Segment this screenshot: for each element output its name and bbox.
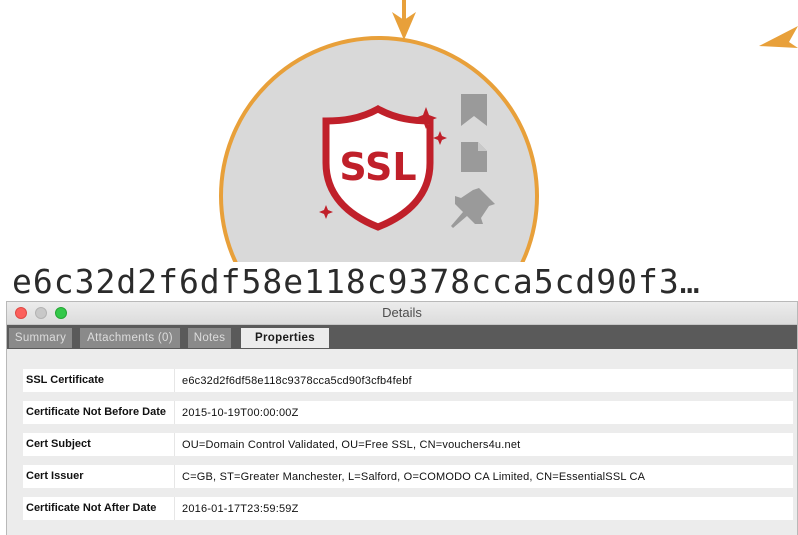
pin-icon xyxy=(451,188,495,228)
window-title: Details xyxy=(382,305,422,320)
ssl-shield-icon: SSL xyxy=(319,104,447,231)
property-row[interactable]: Certificate Not After Date 2016-01-17T23… xyxy=(23,497,793,520)
svg-text:SSL: SSL xyxy=(339,145,416,189)
property-label: SSL Certificate xyxy=(23,369,175,392)
property-value: e6c32d2f6df58e118c9378cca5cd90f3cfb4febf xyxy=(182,374,412,387)
property-row[interactable]: Cert Subject OU=Domain Control Validated… xyxy=(23,433,793,456)
property-value: OU=Domain Control Validated, OU=Free SSL… xyxy=(182,438,521,451)
property-label: Certificate Not Before Date xyxy=(23,401,175,424)
tab-bar: Summary Attachments (0) Notes Properties… xyxy=(7,325,797,364)
details-window: Details Summary Attachments (0) Notes Pr… xyxy=(6,301,798,535)
property-value: 2015-10-19T00:00:00Z xyxy=(182,406,299,419)
document-icon xyxy=(461,142,487,172)
node-label[interactable]: e6c32d2f6df58e118c9378cca5cd90f3… xyxy=(12,262,711,300)
graph-canvas[interactable]: SSL e6c32d2f6df58e118c9378cca5cd90f3… xyxy=(0,0,798,300)
tab-attachments[interactable]: Attachments (0) xyxy=(80,328,180,348)
property-row[interactable]: Cert Issuer C=GB, ST=Greater Manchester,… xyxy=(23,465,793,488)
property-value: 2016-01-17T23:59:59Z xyxy=(182,502,299,515)
properties-panel: SSL Certificate e6c32d2f6df58e118c9378cc… xyxy=(7,349,797,535)
tab-properties[interactable]: Properties (5) xyxy=(241,328,329,364)
property-label: Cert Subject xyxy=(23,433,175,456)
title-bar[interactable]: Details xyxy=(7,302,797,325)
property-value: C=GB, ST=Greater Manchester, L=Salford, … xyxy=(182,470,646,483)
property-row[interactable]: Certificate Not Before Date 2015-10-19T0… xyxy=(23,401,793,424)
property-row[interactable]: SSL Certificate e6c32d2f6df58e118c9378cc… xyxy=(23,369,793,392)
property-label: Certificate Not After Date xyxy=(23,497,175,520)
property-label: Cert Issuer xyxy=(23,465,175,488)
edge-arrow-right xyxy=(759,26,798,48)
bookmark-icon xyxy=(461,94,487,126)
tab-summary[interactable]: Summary xyxy=(9,328,72,348)
tab-notes[interactable]: Notes xyxy=(188,328,231,348)
